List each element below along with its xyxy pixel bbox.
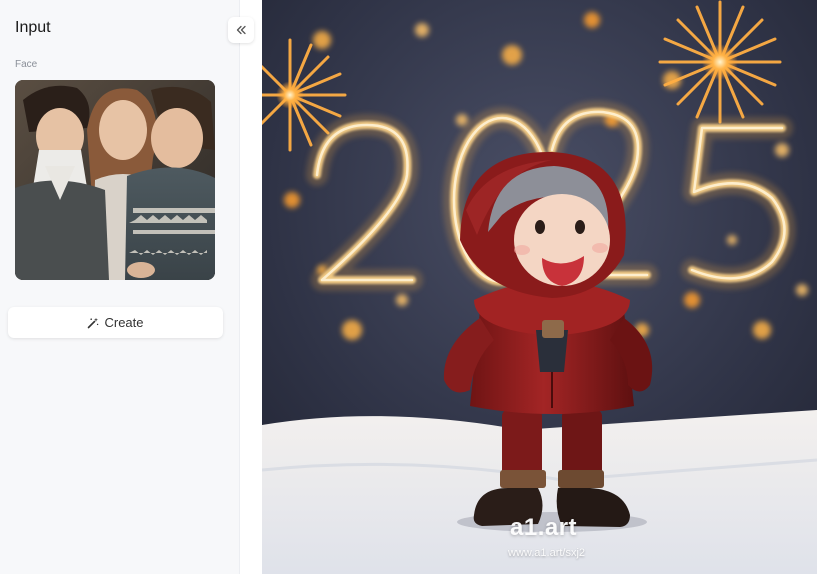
family-photo bbox=[15, 80, 215, 280]
input-panel: Input Face Create bbox=[0, 0, 240, 574]
create-button-label: Create bbox=[104, 315, 144, 330]
collapse-panel-button[interactable] bbox=[228, 17, 254, 43]
double-chevron-left-icon bbox=[236, 25, 246, 35]
new-year-2025-figure-scene bbox=[262, 0, 817, 574]
watermark-logo: a1.art bbox=[510, 514, 578, 541]
create-button[interactable]: Create bbox=[8, 307, 223, 338]
generated-image[interactable] bbox=[262, 0, 817, 574]
panel-title: Input bbox=[15, 19, 51, 36]
face-image[interactable] bbox=[15, 80, 215, 280]
watermark-url: www.a1.art/sxj2 bbox=[508, 547, 586, 559]
face-label: Face bbox=[15, 59, 38, 70]
magic-wand-icon bbox=[88, 317, 99, 328]
